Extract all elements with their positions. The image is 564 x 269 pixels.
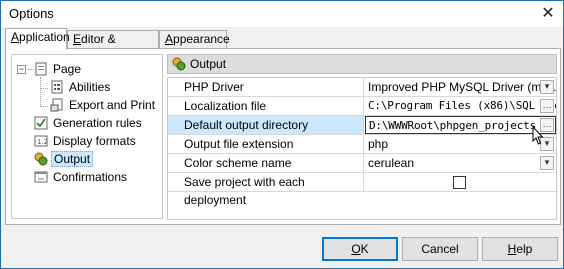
export-print-icon — [50, 98, 63, 112]
ok-label: K — [360, 242, 369, 256]
property-row-php-driver[interactable]: PHP Driver Improved PHP MySQL Driver (my… — [168, 78, 556, 97]
property-grid: PHP Driver Improved PHP MySQL Driver (my… — [167, 77, 557, 220]
tab-application-label: pplication — [19, 30, 70, 44]
tree-connector — [40, 88, 48, 89]
tab-editor-mnemonic: E — [73, 32, 82, 46]
tab-appearance-label: ppearance — [173, 32, 230, 46]
property-row-color-scheme[interactable]: Color scheme name cerulean ▾ — [168, 154, 556, 173]
tree-item-display-formats[interactable]: 1.2 Display formats — [34, 132, 138, 150]
output-gear-icon — [34, 152, 48, 166]
property-row-save-project[interactable]: Save project with each deployment — [168, 173, 556, 207]
panel-title: Output — [190, 57, 227, 71]
chevron-down-icon[interactable]: ▾ — [540, 156, 554, 170]
tree-item-page[interactable]: Page — [34, 60, 83, 78]
options-tree[interactable]: − Page Abilities Export and Print Genera… — [11, 54, 163, 219]
property-name: PHP Driver — [168, 78, 364, 96]
mouse-cursor-icon — [532, 126, 544, 145]
property-value[interactable]: php — [365, 135, 556, 153]
ok-mnemonic: O — [351, 242, 361, 256]
tab-editor-viewers[interactable]: Editor & Viewers — [67, 30, 159, 63]
property-value[interactable]: Improved PHP MySQL Driver (my... — [365, 78, 556, 96]
property-name: Output file extension — [168, 135, 364, 153]
tab-appearance[interactable]: Appearance — [159, 30, 230, 49]
tree-item-label: Export and Print — [69, 98, 156, 112]
help-label: elp — [516, 242, 533, 256]
close-icon: ✕ — [541, 5, 555, 22]
close-button[interactable]: ✕ — [533, 1, 563, 27]
tree-item-confirmations[interactable]: Confirmations — [34, 168, 129, 186]
panel-header: Output — [167, 54, 557, 74]
tab-appearance-mnemonic: A — [165, 32, 174, 46]
property-row-localization-file[interactable]: Localization file C:\Program Files (x86)… — [168, 97, 556, 116]
property-value — [365, 173, 556, 191]
tree-connector — [40, 106, 48, 107]
tree-item-label: Confirmations — [53, 170, 128, 184]
tree-item-generation-rules[interactable]: Generation rules — [34, 114, 144, 132]
tab-application-mnemonic: A — [11, 30, 20, 44]
ok-button[interactable]: OK — [322, 237, 398, 261]
cancel-label: Cancel — [421, 242, 459, 256]
property-value[interactable]: cerulean — [365, 154, 556, 172]
save-project-checkbox[interactable] — [453, 176, 466, 189]
tree-item-label: Generation rules — [53, 116, 142, 130]
dialog-icon — [34, 171, 48, 183]
title-bar: Options ✕ — [1, 1, 563, 27]
property-value[interactable]: C:\Program Files (x86)\SQL Maes... — [365, 97, 556, 115]
tree-item-output[interactable]: Output — [34, 150, 94, 168]
tree-item-label: Page — [53, 62, 82, 76]
svg-text:1.2: 1.2 — [37, 138, 48, 146]
tree-item-label: Display formats — [53, 134, 136, 148]
tree-item-label: Abilities — [69, 80, 111, 94]
ellipsis-icon[interactable]: … — [540, 99, 554, 113]
property-name: Save project with each deployment — [168, 173, 364, 207]
tree-item-label: Output — [51, 151, 94, 167]
collapse-icon[interactable]: − — [17, 65, 26, 74]
property-name: Localization file — [168, 97, 364, 115]
output-directory-input[interactable]: D:\WWWRoot\phpgen_projects — [365, 116, 556, 134]
rules-icon — [34, 116, 48, 130]
tab-page-application: − Page Abilities Export and Print Genera… — [5, 48, 561, 225]
tree-connector — [40, 77, 41, 107]
property-row-output-directory[interactable]: Default output directory D:\WWWRoot\phpg… — [168, 116, 556, 135]
options-dialog: Options ✕ Application Editor & Viewers A… — [0, 0, 564, 269]
property-name: Color scheme name — [168, 154, 364, 172]
format-icon: 1.2 — [34, 135, 48, 147]
property-name: Default output directory — [168, 116, 364, 134]
page-icon — [35, 62, 47, 76]
output-gear-icon — [172, 57, 186, 71]
chevron-down-icon[interactable]: ▾ — [540, 80, 554, 94]
tree-item-export-print[interactable]: Export and Print — [50, 96, 157, 114]
page-grid-icon — [51, 80, 63, 94]
help-button[interactable]: Help — [482, 237, 558, 261]
cancel-button[interactable]: Cancel — [402, 237, 478, 261]
window-title: Options — [9, 6, 54, 21]
tree-item-abilities[interactable]: Abilities — [50, 78, 112, 96]
tab-application[interactable]: Application — [5, 28, 70, 50]
property-row-file-extension[interactable]: Output file extension php ▾ — [168, 135, 556, 154]
